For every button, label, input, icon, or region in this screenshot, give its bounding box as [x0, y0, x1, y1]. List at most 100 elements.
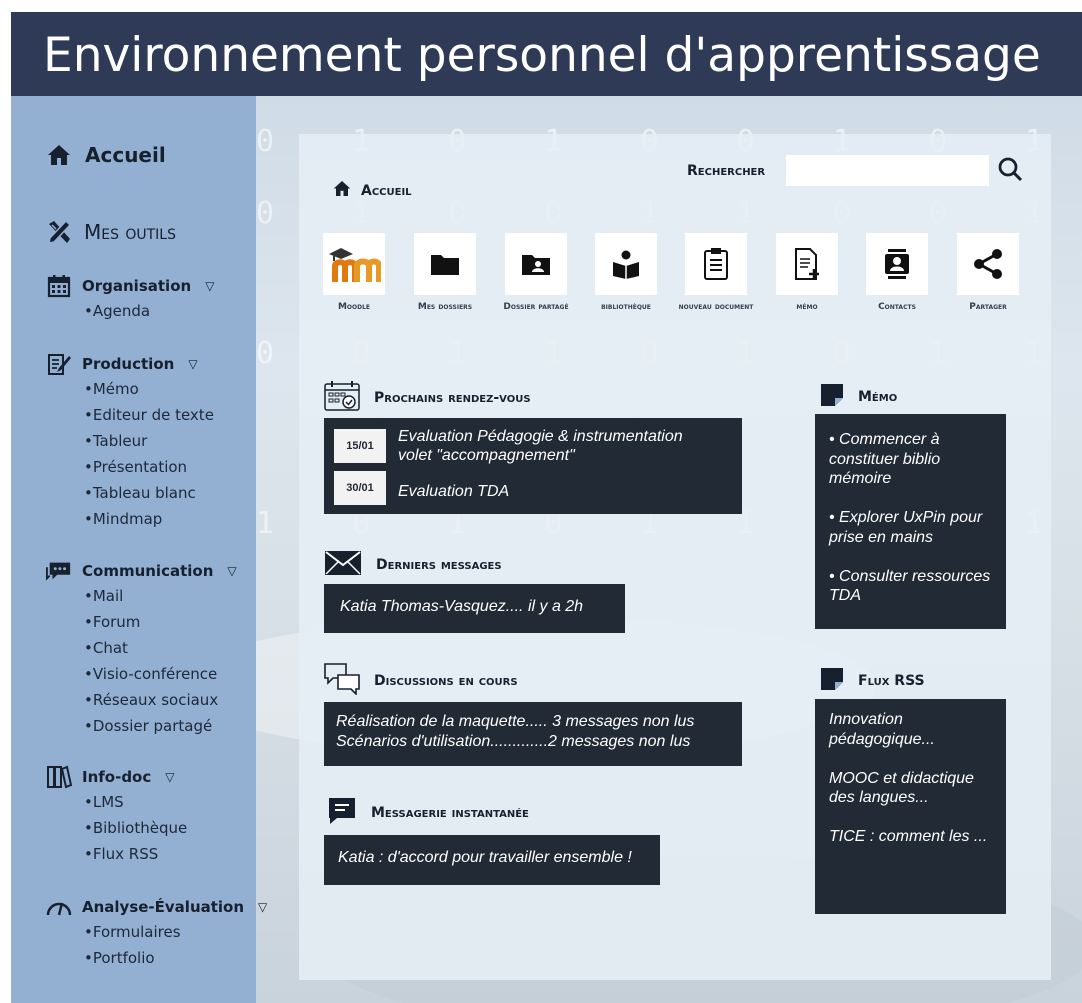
instant-messaging-header: Messagerie instantanée [327, 796, 529, 830]
rss-box: Innovation pédagogique... MOOC et didact… [815, 699, 1006, 914]
tool-label: Dossier partagé [503, 302, 569, 312]
message-square-icon [327, 796, 357, 830]
sidebar-group-communication: Communication ▽ •Mail •Forum •Chat •Visi… [46, 559, 237, 739]
sidebar-item-whiteboard[interactable]: •Tableau blanc [84, 480, 214, 506]
tool-new-document[interactable]: nouveau document [676, 233, 756, 313]
tool-contacts[interactable]: Contacts [857, 233, 937, 313]
sidebar-item-forum[interactable]: •Forum [84, 609, 237, 635]
sidebar-group-organisation: Organisation ▽ •Agenda [46, 274, 214, 324]
folder-icon [414, 233, 476, 295]
expand-icon[interactable]: ▽ [188, 357, 197, 371]
search-icon [997, 156, 1023, 186]
sidebar-item-portfolio[interactable]: •Portfolio [84, 945, 267, 971]
discussion-item[interactable]: Scénarios d'utilisation.............2 me… [336, 732, 730, 752]
section-title: Mémo [858, 389, 898, 405]
tool-share[interactable]: Partager [948, 233, 1028, 313]
sidebar-item-videoconference[interactable]: •Visio-conférence [84, 661, 237, 687]
rss-item[interactable]: Innovation pédagogique... [829, 710, 992, 749]
rss-item[interactable]: TICE : comment les ... [829, 827, 992, 847]
sidebar-item-agenda[interactable]: •Agenda [84, 298, 214, 324]
tool-shared-folder[interactable]: Dossier partagé [496, 233, 576, 313]
appointment-item[interactable]: 30/01 Evaluation TDA [334, 471, 509, 505]
sidebar-item-home[interactable]: Accueil [46, 143, 166, 167]
sidebar-group-title: Production [82, 355, 175, 373]
tool-label: mémo [796, 302, 818, 312]
expand-icon[interactable]: ▽ [258, 900, 267, 914]
sidebar-item-forms[interactable]: •Formulaires [84, 919, 267, 945]
page-title: Environnement personnel d'apprentissage [43, 28, 1041, 83]
instant-message-item[interactable]: Katia : d'accord pour travailler ensembl… [324, 835, 660, 885]
expand-icon[interactable]: ▽ [227, 564, 236, 578]
appointment-item[interactable]: 15/01 Evaluation Pédagogie & instrumenta… [334, 427, 683, 465]
sidebar-item-lms[interactable]: •LMS [84, 789, 187, 815]
sidebar-group-header[interactable]: Communication ▽ [46, 559, 237, 583]
tool-library[interactable]: bibliothèque [586, 233, 666, 313]
sidebar-item-chat[interactable]: •Chat [84, 635, 237, 661]
memo-icon [776, 233, 838, 295]
search-button[interactable] [996, 157, 1024, 185]
sidebar-item-shared-folder[interactable]: •Dossier partagé [84, 713, 237, 739]
sidebar-group-header[interactable]: Analyse-Évaluation ▽ [46, 895, 267, 919]
chat-bubble-icon [46, 559, 72, 583]
sidebar-group-title: Info-doc [82, 768, 152, 786]
appointments-box: 15/01 Evaluation Pédagogie & instrumenta… [324, 418, 742, 514]
search-input[interactable] [786, 155, 989, 186]
tool-moodle[interactable]: Moodle [314, 233, 394, 313]
sidebar-group-title: Organisation [82, 277, 192, 295]
sidebar-item-rss[interactable]: •Flux RSS [84, 841, 187, 867]
sidebar-item-text-editor[interactable]: •Editeur de texte [84, 402, 214, 428]
calendar-icon [324, 380, 360, 416]
search-label: Rechercher [687, 163, 766, 179]
moodle-icon [323, 233, 385, 295]
rss-item[interactable]: MOOC et didactique des langues... [829, 769, 992, 808]
sidebar-item-tools[interactable]: Mes outils [46, 219, 176, 244]
sidebar-group-production: Production ▽ •Mémo •Editeur de texte •Ta… [46, 352, 214, 532]
section-title: Prochains rendez-vous [374, 390, 531, 406]
home-icon[interactable] [333, 180, 351, 201]
sticky-note-icon [820, 383, 844, 411]
sidebar-item-presentation[interactable]: •Présentation [84, 454, 214, 480]
date-badge: 15/01 [334, 429, 386, 463]
sidebar-group-header[interactable]: Organisation ▽ [46, 274, 214, 298]
section-title: Flux RSS [858, 673, 925, 689]
memo-item[interactable]: • Consulter ressources TDA [829, 567, 992, 606]
library-icon [595, 233, 657, 295]
books-icon [46, 765, 72, 789]
sidebar-item-mindmap[interactable]: •Mindmap [84, 506, 214, 532]
sidebar-item-library[interactable]: •Bibliothèque [84, 815, 187, 841]
sidebar-item-social-networks[interactable]: •Réseaux sociaux [84, 687, 237, 713]
section-title: Messagerie instantanée [371, 805, 529, 821]
memo-header: Mémo [820, 383, 897, 411]
sidebar-item-mail[interactable]: •Mail [84, 583, 237, 609]
memo-item[interactable]: • Commencer à constituer biblio mémoire [829, 430, 992, 489]
expand-icon[interactable]: ▽ [165, 770, 174, 784]
tool-memo[interactable]: mémo [767, 233, 847, 313]
message-text: Katia Thomas-Vasquez.... il y a 2h [340, 598, 584, 615]
breadcrumb: Accueil [333, 180, 412, 201]
sidebar-group-title: Analyse-Évaluation [82, 898, 245, 916]
sidebar-item-spreadsheet[interactable]: •Tableur [84, 428, 214, 454]
sidebar-group-analyse: Analyse-Évaluation ▽ •Formulaires •Portf… [46, 895, 267, 971]
breadcrumb-label: Accueil [361, 182, 412, 199]
sidebar-item-memo[interactable]: •Mémo [84, 376, 214, 402]
tool-label: Partager [969, 302, 1007, 312]
discussion-item[interactable]: Réalisation de la maquette..... 3 messag… [336, 712, 730, 732]
tool-label: Mes dossiers [417, 302, 473, 312]
discussions-header: Discussions en cours [324, 663, 518, 699]
sidebar-item-label: Accueil [85, 143, 166, 167]
memo-item[interactable]: • Explorer UxPin pour prise en mains [829, 508, 992, 547]
writing-icon [46, 352, 72, 376]
tool-my-folders[interactable]: Mes dossiers [405, 233, 485, 313]
tool-label: Contacts [878, 302, 916, 312]
share-icon [957, 233, 1019, 295]
envelope-icon [324, 550, 362, 580]
memo-box: • Commencer à constituer biblio mémoire … [815, 414, 1006, 629]
expand-icon[interactable]: ▽ [205, 279, 214, 293]
message-item[interactable]: Katia Thomas-Vasquez.... il y a 2h [324, 584, 625, 633]
appointments-header: Prochains rendez-vous [324, 380, 531, 416]
discussion-icon [324, 663, 360, 699]
sidebar-group-header[interactable]: Info-doc ▽ [46, 765, 187, 789]
tools-icon [46, 219, 72, 244]
sidebar-group-header[interactable]: Production ▽ [46, 352, 214, 376]
sidebar-group-info-doc: Info-doc ▽ •LMS •Bibliothèque •Flux RSS [46, 765, 187, 867]
